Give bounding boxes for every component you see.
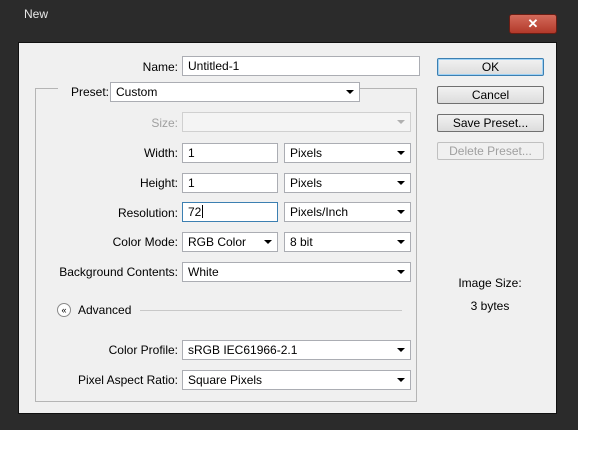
chevron-down-icon [397, 378, 405, 382]
color-mode-value: RGB Color [188, 235, 247, 249]
cancel-button[interactable]: Cancel [437, 86, 544, 104]
bit-depth-dropdown[interactable]: 8 bit [284, 232, 411, 252]
close-button[interactable]: ✕ [509, 14, 557, 34]
preset-value: Custom [116, 85, 158, 99]
width-label: Width: [143, 146, 178, 160]
resolution-label: Resolution: [117, 206, 178, 220]
close-icon: ✕ [527, 16, 539, 31]
new-document-dialog: New ✕ Name: Untitled-1 Preset: Custom Si… [0, 0, 578, 430]
name-label: Name: [142, 60, 178, 74]
chevron-down-icon [397, 210, 405, 214]
color-profile-dropdown[interactable]: sRGB IEC61966-2.1 [182, 340, 411, 360]
text-caret [202, 205, 204, 218]
height-unit-value: Pixels [290, 176, 323, 190]
chevron-down-icon [397, 270, 405, 274]
name-input[interactable]: Untitled-1 [182, 56, 420, 76]
background-contents-dropdown[interactable]: White [182, 262, 411, 282]
color-profile-value: sRGB IEC61966-2.1 [188, 343, 298, 357]
resolution-unit-value: Pixels/Inch [290, 205, 349, 219]
resolution-value: 72 [188, 205, 202, 219]
advanced-divider [140, 310, 402, 311]
height-input[interactable]: 1 [182, 173, 278, 193]
pixel-aspect-ratio-label: Pixel Aspect Ratio: [77, 373, 178, 387]
bit-depth-value: 8 bit [290, 235, 313, 249]
width-input[interactable]: 1 [182, 143, 278, 163]
chevron-down-icon [397, 120, 405, 124]
size-label: Size: [151, 116, 178, 130]
chevron-down-icon [264, 240, 272, 244]
pixel-aspect-ratio-dropdown[interactable]: Square Pixels [182, 370, 411, 390]
color-mode-label: Color Mode: [112, 235, 178, 249]
delete-preset-button[interactable]: Delete Preset... [437, 142, 544, 160]
width-unit-dropdown[interactable]: Pixels [284, 143, 411, 163]
collapse-advanced-icon[interactable]: « [57, 303, 71, 317]
image-size-label: Image Size: [458, 276, 522, 290]
background-contents-value: White [188, 265, 219, 279]
title-bar[interactable]: New ✕ [0, 0, 578, 34]
save-preset-button[interactable]: Save Preset... [437, 114, 544, 132]
height-label: Height: [139, 176, 178, 190]
chevron-down-icon [397, 240, 405, 244]
resolution-input[interactable]: 72 [182, 202, 278, 222]
preset-dropdown[interactable]: Custom [110, 82, 360, 102]
width-unit-value: Pixels [290, 146, 323, 160]
pixel-aspect-ratio-value: Square Pixels [188, 373, 263, 387]
height-unit-dropdown[interactable]: Pixels [284, 173, 411, 193]
color-mode-dropdown[interactable]: RGB Color [182, 232, 278, 252]
ok-button[interactable]: OK [437, 58, 544, 76]
color-profile-label: Color Profile: [108, 343, 178, 357]
preset-label: Preset: [58, 85, 112, 99]
chevron-down-icon [346, 90, 354, 94]
chevron-down-icon [397, 348, 405, 352]
dialog-title: New [24, 7, 49, 21]
advanced-toggle-label[interactable]: Advanced [78, 303, 131, 317]
image-size-value: 3 bytes [470, 299, 510, 313]
chevron-down-icon [397, 181, 405, 185]
resolution-unit-dropdown[interactable]: Pixels/Inch [284, 202, 411, 222]
chevron-down-icon [397, 151, 405, 155]
background-contents-label: Background Contents: [59, 265, 178, 279]
size-dropdown[interactable] [182, 112, 411, 132]
